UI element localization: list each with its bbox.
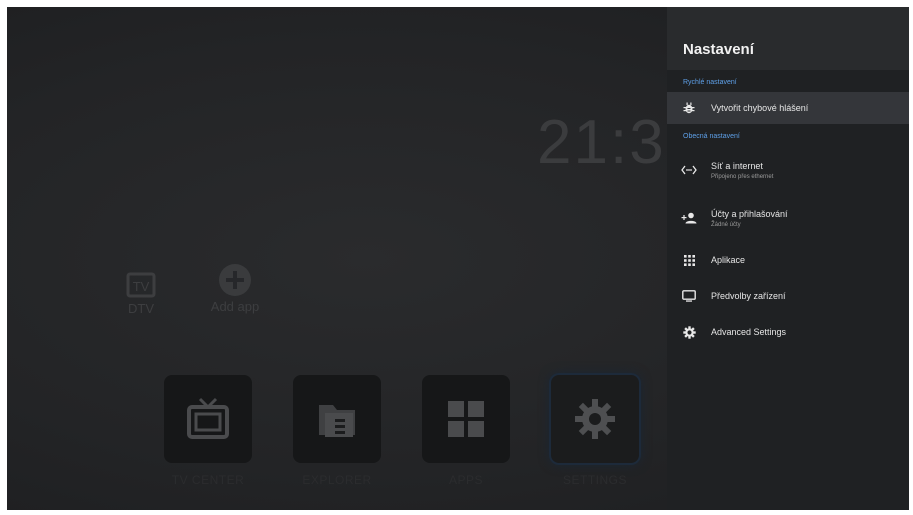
gear-icon <box>681 324 697 340</box>
tv-icon <box>187 397 229 439</box>
network-icon <box>681 162 697 178</box>
dock-label: SETTINGS <box>562 473 627 487</box>
settings-item-label: Vytvořit chybové hlášení <box>711 103 809 113</box>
settings-item-label: Účty a přihlašování <box>711 208 788 219</box>
tv-screen: 21:3 TV DTV Add app TV CENTER EXPLORER A… <box>7 7 909 510</box>
apps-icon <box>681 252 697 268</box>
settings-item-label: Advanced Settings <box>711 327 787 337</box>
dock-tile-settings[interactable] <box>551 375 639 463</box>
dock-label: EXPLORER <box>302 473 372 487</box>
settings-item-device-preferences[interactable]: Předvolby zařízení <box>667 278 909 314</box>
plus-icon <box>219 264 251 296</box>
add-account-icon <box>681 210 697 226</box>
svg-text:TV: TV <box>133 279 150 294</box>
dock-label: APPS <box>448 473 483 487</box>
tv-icon: TV <box>126 272 156 298</box>
section-general-settings: Obecná nastavení <box>683 133 740 140</box>
settings-item-advanced[interactable]: Advanced Settings <box>667 314 909 350</box>
settings-title: Nastavení <box>667 7 909 70</box>
dock-label: TV CENTER <box>171 473 245 487</box>
settings-item-label: Předvolby zařízení <box>711 291 786 301</box>
settings-item-network[interactable]: Síť a internet Připojeno přes ethernet <box>667 146 909 194</box>
mini-app-add[interactable]: Add app <box>205 263 265 314</box>
gear-icon <box>575 399 615 439</box>
dock-tile-tv-center[interactable] <box>164 375 252 463</box>
settings-item-label: Aplikace <box>711 255 746 265</box>
settings-item-sublabel: Připojeno přes ethernet <box>711 173 774 180</box>
dock-tile-apps[interactable] <box>422 375 510 463</box>
settings-item-sublabel: Žádné účty <box>711 221 741 228</box>
apps-grid-icon <box>448 401 484 437</box>
settings-item-accounts[interactable]: Účty a přihlašování Žádné účty <box>667 194 909 242</box>
monitor-icon <box>681 288 697 304</box>
clock-display: 21:3 <box>537 108 666 177</box>
settings-item-bug-report[interactable]: Vytvořit chybové hlášení <box>667 92 909 124</box>
mini-app-label: Add app <box>210 299 260 314</box>
dock-tile-explorer[interactable] <box>293 375 381 463</box>
settings-item-label: Síť a internet <box>711 160 763 171</box>
mini-app-label: DTV <box>128 301 154 316</box>
settings-panel: Nastavení Rychlé nastavení Vytvořit chyb… <box>667 7 909 510</box>
section-quick-settings: Rychlé nastavení <box>683 79 737 86</box>
folder-icon <box>319 405 355 437</box>
bug-icon <box>681 100 697 116</box>
settings-item-apps[interactable]: Aplikace <box>667 242 909 278</box>
mini-app-dtv[interactable]: TV DTV <box>111 269 171 316</box>
